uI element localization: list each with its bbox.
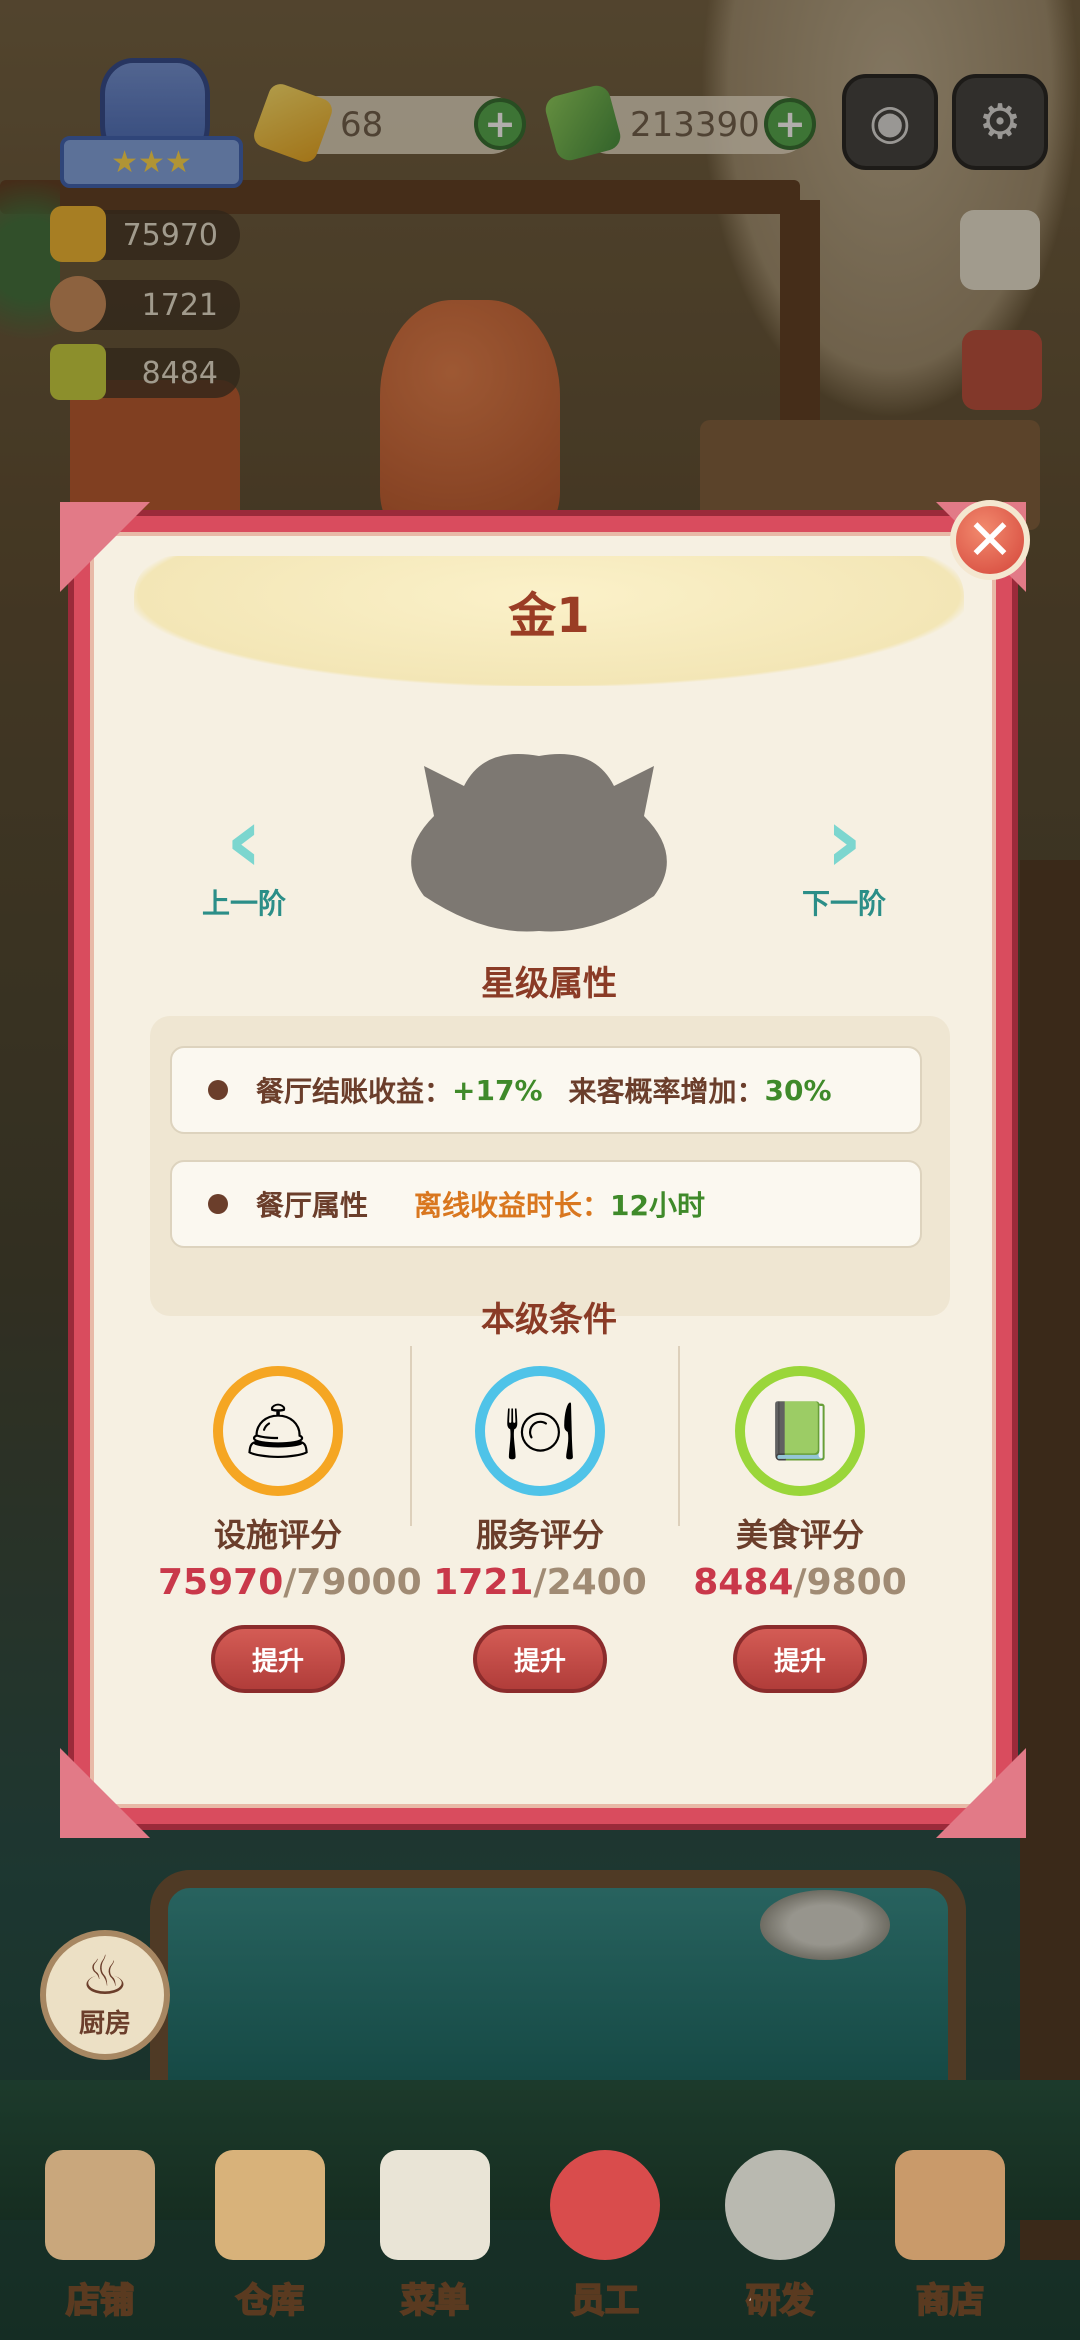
facility-score-card: 🛎 设施评分 75970/79000 提升 [158,1366,422,1693]
nav-staff[interactable]: 员工 [525,2150,685,2340]
service-score-label: 服务评分 [475,1516,604,1554]
research-pot-icon [725,2150,835,2260]
facility-score-progress: 75970/79000 [158,1562,422,1603]
checkout-income-label: 餐厅结账收益： [256,1075,453,1108]
level-conditions-heading: 本级条件 [481,1300,617,1340]
bottom-navigation: 店铺 仓库 菜单 员工 研发 商店 [0,2130,1080,2340]
service-score-max: /2400 [533,1562,647,1603]
shop-icon [895,2150,1005,2260]
nav-shop[interactable]: 商店 [870,2150,1030,2340]
prev-rank-label: 上一阶 [201,887,286,920]
recipe-book-icon: 📗 [735,1366,865,1496]
nav-store-label: 店铺 [65,2280,135,2322]
upgrade-service-button[interactable]: 提升 [473,1625,607,1693]
nav-shop-label: 商店 [915,2280,985,2322]
upgrade-food-button[interactable]: 提升 [733,1625,867,1693]
pot-icon: ♨ [80,1944,130,2007]
rank-detail-dialog: 金1 ‹ 上一阶 › 下一阶 星级属性 餐厅结账收益： +17% 来客概率增加：… [60,502,1026,1838]
food-score-current: 8484 [693,1562,794,1603]
attribute-row-offline: 餐厅属性 离线收益时长： 12小时 [170,1160,922,1248]
service-score-progress: 1721/2400 [420,1562,660,1603]
bullet-dot [208,1194,228,1214]
close-dialog-button[interactable]: ✕ [950,500,1030,580]
rank-title: 金1 [508,588,590,644]
facility-score-max: /79000 [283,1562,422,1603]
next-rank-label: 下一阶 [801,887,886,920]
nav-research-label: 研发 [745,2280,815,2322]
nav-store[interactable]: 店铺 [20,2150,180,2340]
attribute-row-income: 餐厅结账收益： +17% 来客概率增加： 30% [170,1046,922,1134]
offline-income-label: 离线收益时长： [414,1189,611,1222]
guest-chance-label: 来客概率增加： [568,1075,765,1108]
prev-rank-button[interactable]: ‹ 上一阶 [194,796,294,922]
nav-research[interactable]: 研发 [700,2150,860,2340]
nav-staff-label: 员工 [570,2280,640,2322]
service-score-card: 🍽 服务评分 1721/2400 提升 [420,1366,660,1693]
locked-rank-emblem-silhouette [411,754,667,932]
warehouse-box-icon [215,2150,325,2260]
nav-warehouse[interactable]: 仓库 [190,2150,350,2340]
chevron-right-icon: › [825,788,863,893]
food-score-progress: 8484/9800 [680,1562,920,1603]
kitchen-label: 厨房 [78,2009,131,2039]
food-score-max: /9800 [793,1562,907,1603]
guest-chance-value: 30% [764,1073,832,1107]
upgrade-facility-button[interactable]: 提升 [211,1625,345,1693]
offline-income-value: 12小时 [610,1189,705,1222]
staff-avatar-icon [550,2150,660,2260]
menu-clipboard-icon [380,2150,490,2260]
facility-score-label: 设施评分 [213,1516,342,1554]
cloche-icon: 🍽 [475,1366,605,1496]
food-score-card: 📗 美食评分 8484/9800 提升 [680,1366,920,1693]
facility-score-current: 75970 [158,1562,284,1603]
checkout-income-value: +17% [452,1073,543,1107]
kitchen-button[interactable]: ♨ 厨房 [40,1930,170,2060]
column-divider [410,1346,412,1526]
service-score-current: 1721 [433,1562,534,1603]
nav-menu-label: 菜单 [400,2280,470,2322]
bell-icon: 🛎 [213,1366,343,1496]
close-icon: ✕ [966,507,1014,573]
nav-warehouse-label: 仓库 [235,2280,305,2322]
food-score-label: 美食评分 [735,1516,864,1554]
bullet-dot [208,1080,228,1100]
store-icon [45,2150,155,2260]
next-rank-button[interactable]: › 下一阶 [794,796,894,922]
restaurant-attr-label: 餐厅属性 [256,1189,369,1222]
chevron-left-icon: ‹ [225,788,263,893]
nav-menu[interactable]: 菜单 [355,2150,515,2340]
star-attributes-heading: 星级属性 [481,964,617,1004]
